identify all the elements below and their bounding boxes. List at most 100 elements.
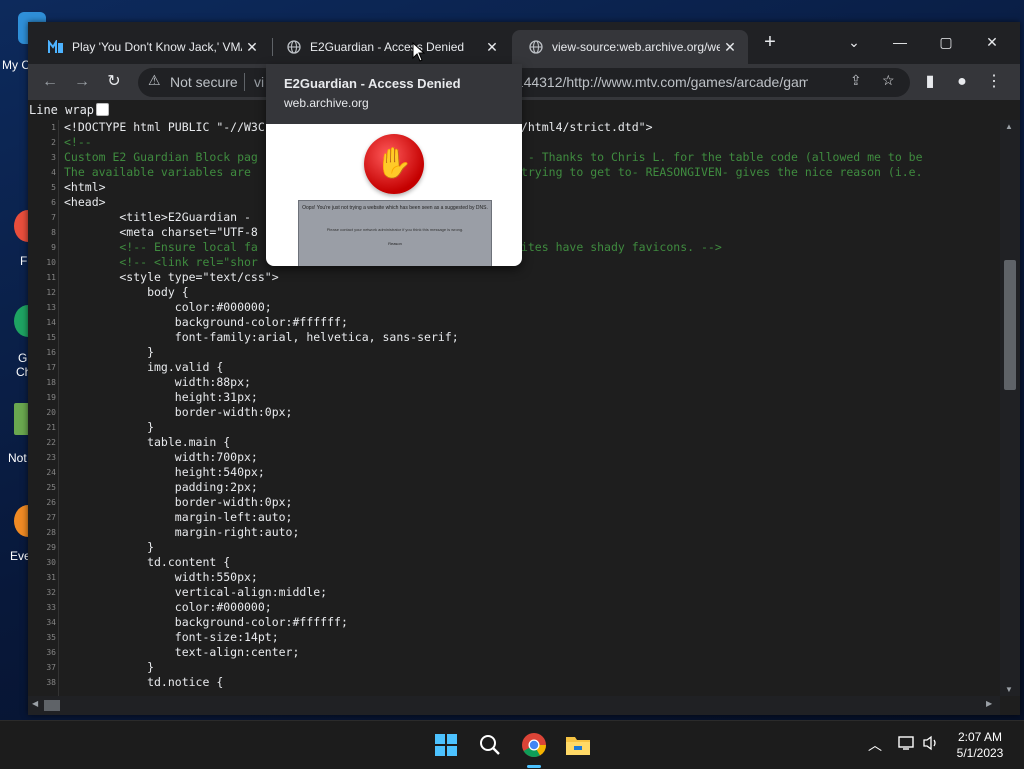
source-line: 28 margin-right:auto;	[28, 525, 1000, 540]
source-line: 13 color:#000000;	[28, 300, 1000, 315]
tab-title: Play 'You Don't Know Jack,' VMA	[72, 40, 242, 54]
horizontal-scroll-thumb[interactable]	[44, 700, 60, 711]
minimize-button[interactable]: —	[880, 28, 920, 56]
line-number: 9	[51, 243, 56, 252]
source-line-text: border-width:0px;	[64, 405, 293, 419]
scroll-right-icon[interactable]: ▶	[986, 699, 992, 708]
source-line: 22 table.main {	[28, 435, 1000, 450]
search-icon[interactable]	[474, 729, 506, 761]
mouse-cursor-icon	[412, 42, 426, 62]
tab-close-icon[interactable]: ✕	[720, 39, 740, 56]
start-icon[interactable]	[430, 729, 462, 761]
source-line: 34 background-color:#ffffff;	[28, 615, 1000, 630]
source-line: 18 width:88px;	[28, 375, 1000, 390]
reload-icon[interactable]: ↻	[102, 70, 126, 94]
line-number: 7	[51, 213, 56, 222]
source-line-text: padding:2px;	[64, 480, 258, 494]
tab-search-dropdown-icon[interactable]: ⌄	[834, 28, 874, 56]
clock-date: 5/1/2023	[956, 746, 1004, 760]
side-panel-icon[interactable]: ▮	[918, 70, 942, 94]
line-number: 33	[46, 603, 56, 612]
vertical-scroll-thumb[interactable]	[1004, 260, 1016, 390]
omnibox[interactable]: ⚠ Not secure vi 0144312/http://www.mtv.c…	[138, 68, 910, 97]
chrome-icon[interactable]	[518, 729, 550, 761]
source-line-text: background-color:#ffffff;	[64, 315, 348, 329]
line-number: 3	[51, 153, 56, 162]
source-line: 27 margin-left:auto;	[28, 510, 1000, 525]
tab-you-dont-know-jack[interactable]: Play 'You Don't Know Jack,' VMA ✕	[32, 30, 270, 64]
share-icon[interactable]: ⇪	[850, 72, 862, 89]
scroll-left-icon[interactable]: ◀	[32, 699, 38, 708]
source-line-text: <style type="text/css">	[64, 270, 279, 284]
source-line: 11 <style type="text/css">	[28, 270, 1000, 285]
network-icon[interactable]	[898, 735, 916, 754]
source-line-text: table.main {	[64, 435, 231, 449]
line-number: 8	[51, 228, 56, 237]
forward-icon[interactable]: →	[70, 70, 94, 94]
vertical-scrollbar[interactable]: ▲ ▼	[1000, 120, 1020, 696]
source-line: 31 width:550px;	[28, 570, 1000, 585]
clock-time: 2:07 AM	[957, 730, 1003, 744]
source-line-text: <head>	[64, 195, 106, 209]
line-number: 10	[46, 258, 56, 267]
stop-hand-icon: ✋	[364, 134, 424, 194]
line-number: 4	[51, 168, 56, 177]
tab-view-source[interactable]: view-source:web.archive.org/we ✕	[512, 30, 748, 64]
maximize-button[interactable]: ▢	[926, 28, 966, 56]
source-line: 23 width:700px;	[28, 450, 1000, 465]
source-line-text: width:550px;	[64, 570, 258, 584]
url-prefix: vi	[254, 74, 265, 90]
tab-close-icon[interactable]: ✕	[242, 39, 262, 56]
source-line: 24 height:540px;	[28, 465, 1000, 480]
line-number: 22	[46, 438, 56, 447]
line-wrap-label: Line wrap	[29, 103, 95, 117]
source-line-text: font-size:14pt;	[64, 630, 279, 644]
horizontal-scrollbar[interactable]: ◀ ▶	[28, 696, 1000, 715]
source-line-text: color:#000000;	[64, 600, 272, 614]
tab-e2guardian-access-denied[interactable]: E2Guardian - Access Denied ✕	[270, 30, 510, 64]
new-tab-button[interactable]: +	[750, 28, 790, 56]
system-clock[interactable]: 2:07 AM 5/1/2023	[940, 729, 1020, 761]
hover-card-preview: ✋ Oops! You're just not trying a website…	[266, 124, 522, 266]
source-line: 17 img.valid {	[28, 360, 1000, 375]
tab-close-icon[interactable]: ✕	[482, 39, 502, 56]
line-number: 15	[46, 333, 56, 342]
line-number: 30	[46, 558, 56, 567]
tab-title: E2Guardian - Access Denied	[310, 40, 465, 54]
line-number: 19	[46, 393, 56, 402]
line-number: 2	[51, 138, 56, 147]
line-number: 38	[46, 678, 56, 687]
toolbar: ← → ↻ ⚠ Not secure vi 0144312/http://www…	[28, 64, 1020, 100]
back-icon[interactable]: ←	[38, 70, 62, 94]
source-line-text: width:700px;	[64, 450, 258, 464]
scroll-up-icon[interactable]: ▲	[1005, 122, 1013, 131]
source-line: 33 color:#000000;	[28, 600, 1000, 615]
window-close-button[interactable]: ✕	[972, 28, 1012, 56]
source-line-text: background-color:#ffffff;	[64, 615, 348, 629]
source-line-text: margin-right:auto;	[64, 525, 300, 539]
line-wrap-checkbox[interactable]	[96, 103, 109, 116]
source-line-text: vertical-align:middle;	[64, 585, 328, 599]
file-explorer-icon[interactable]	[562, 729, 594, 761]
source-line: 30 td.content {	[28, 555, 1000, 570]
line-number: 25	[46, 483, 56, 492]
line-number: 29	[46, 543, 56, 552]
line-number: 26	[46, 498, 56, 507]
bookmark-star-icon[interactable]: ☆	[882, 72, 895, 89]
tab-strip: Play 'You Don't Know Jack,' VMA ✕ E2Guar…	[28, 22, 1020, 64]
volume-icon[interactable]	[922, 735, 940, 754]
profile-icon[interactable]: ●	[950, 70, 974, 94]
warning-icon[interactable]: ⚠	[148, 72, 161, 89]
preview-reason: Reason	[388, 241, 402, 246]
tray-chevron-icon[interactable]: ︿	[868, 735, 882, 755]
source-line-text: <!-- <link rel="shor	[64, 255, 258, 269]
menu-icon[interactable]: ⋮	[982, 70, 1006, 94]
source-line-text: border-width:0px;	[64, 495, 293, 509]
globe-icon	[528, 39, 544, 55]
source-line-text: }	[64, 420, 155, 434]
scroll-down-icon[interactable]: ▼	[1005, 685, 1013, 694]
line-number: 27	[46, 513, 56, 522]
not-secure-label[interactable]: Not secure	[170, 74, 238, 90]
line-number: 35	[46, 633, 56, 642]
source-line-text: img.valid {	[64, 360, 224, 374]
